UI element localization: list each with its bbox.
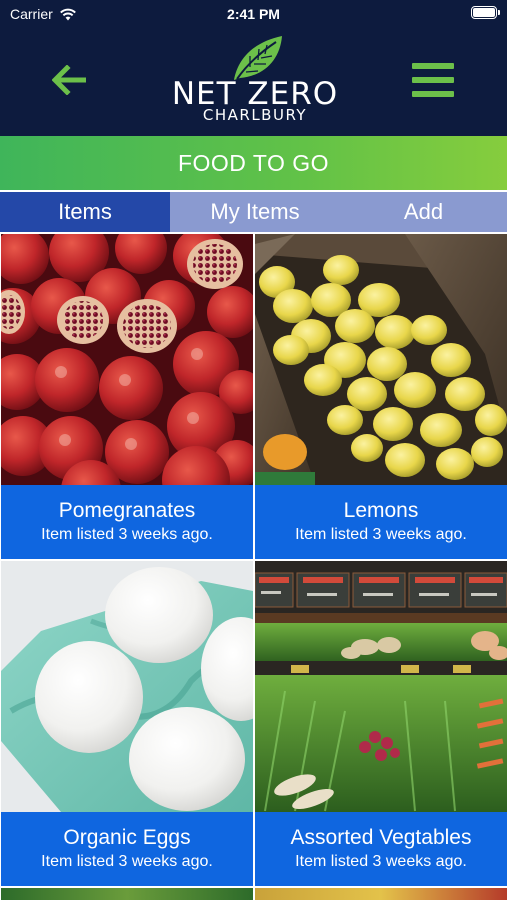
item-card-pomegranates[interactable]: Pomegranates Item listed 3 weeks ago.: [1, 234, 253, 559]
item-listed-time: Item listed 3 weeks ago.: [295, 526, 467, 543]
status-time: 2:41 PM: [227, 6, 280, 22]
item-listed-time: Item listed 3 weeks ago.: [295, 853, 467, 870]
section-header: FOOD TO GO: [0, 136, 507, 190]
item-card-organic-eggs[interactable]: Organic Eggs Item listed 3 weeks ago.: [1, 561, 253, 886]
item-caption: Assorted Vegtables Item listed 3 weeks a…: [255, 812, 507, 886]
back-button[interactable]: [48, 62, 92, 98]
item-name: Organic Eggs: [63, 826, 191, 849]
tab-bar: Items My Items Add: [0, 192, 507, 232]
item-listed-time: Item listed 3 weeks ago.: [41, 526, 213, 543]
tab-items[interactable]: Items: [0, 192, 170, 232]
lemons-photo: [255, 234, 507, 485]
item-name: Assorted Vegtables: [290, 826, 472, 849]
item-caption: Pomegranates Item listed 3 weeks ago.: [1, 485, 253, 559]
item-caption: Lemons Item listed 3 weeks ago.: [255, 485, 507, 559]
next-item-card-preview[interactable]: [255, 888, 507, 900]
vegetables-photo: [255, 561, 507, 812]
pomegranates-photo: [1, 234, 253, 485]
item-caption: Organic Eggs Item listed 3 weeks ago.: [1, 812, 253, 886]
hamburger-menu-icon: [412, 63, 454, 69]
item-card-lemons[interactable]: Lemons Item listed 3 weeks ago.: [255, 234, 507, 559]
tab-my-items[interactable]: My Items: [170, 192, 340, 232]
item-name: Pomegranates: [58, 499, 196, 522]
battery-icon: [471, 6, 500, 19]
item-name: Lemons: [343, 499, 419, 522]
tab-add[interactable]: Add: [340, 192, 507, 232]
eggs-photo: [1, 561, 253, 812]
items-grid: Pomegranates Item listed 3 weeks ago. Le…: [0, 234, 507, 900]
app-screen: Carrier 2:41 PM NET ZERO CHARLBURY FOOD …: [0, 0, 507, 900]
next-item-card-preview[interactable]: [1, 888, 253, 900]
app-header: Carrier 2:41 PM NET ZERO CHARLBURY: [0, 0, 507, 136]
item-listed-time: Item listed 3 weeks ago.: [41, 853, 213, 870]
menu-button[interactable]: [410, 60, 456, 100]
leaf-icon: [234, 36, 282, 80]
item-card-assorted-vegtables[interactable]: Assorted Vegtables Item listed 3 weeks a…: [255, 561, 507, 886]
arrow-left-icon: [52, 65, 86, 95]
section-title: FOOD TO GO: [177, 149, 330, 176]
logo-subtitle: CHARLBURY: [202, 106, 308, 124]
status-bar: Carrier 2:41 PM: [0, 0, 507, 28]
net-zero-logo: NET ZERO CHARLBURY: [170, 34, 340, 126]
